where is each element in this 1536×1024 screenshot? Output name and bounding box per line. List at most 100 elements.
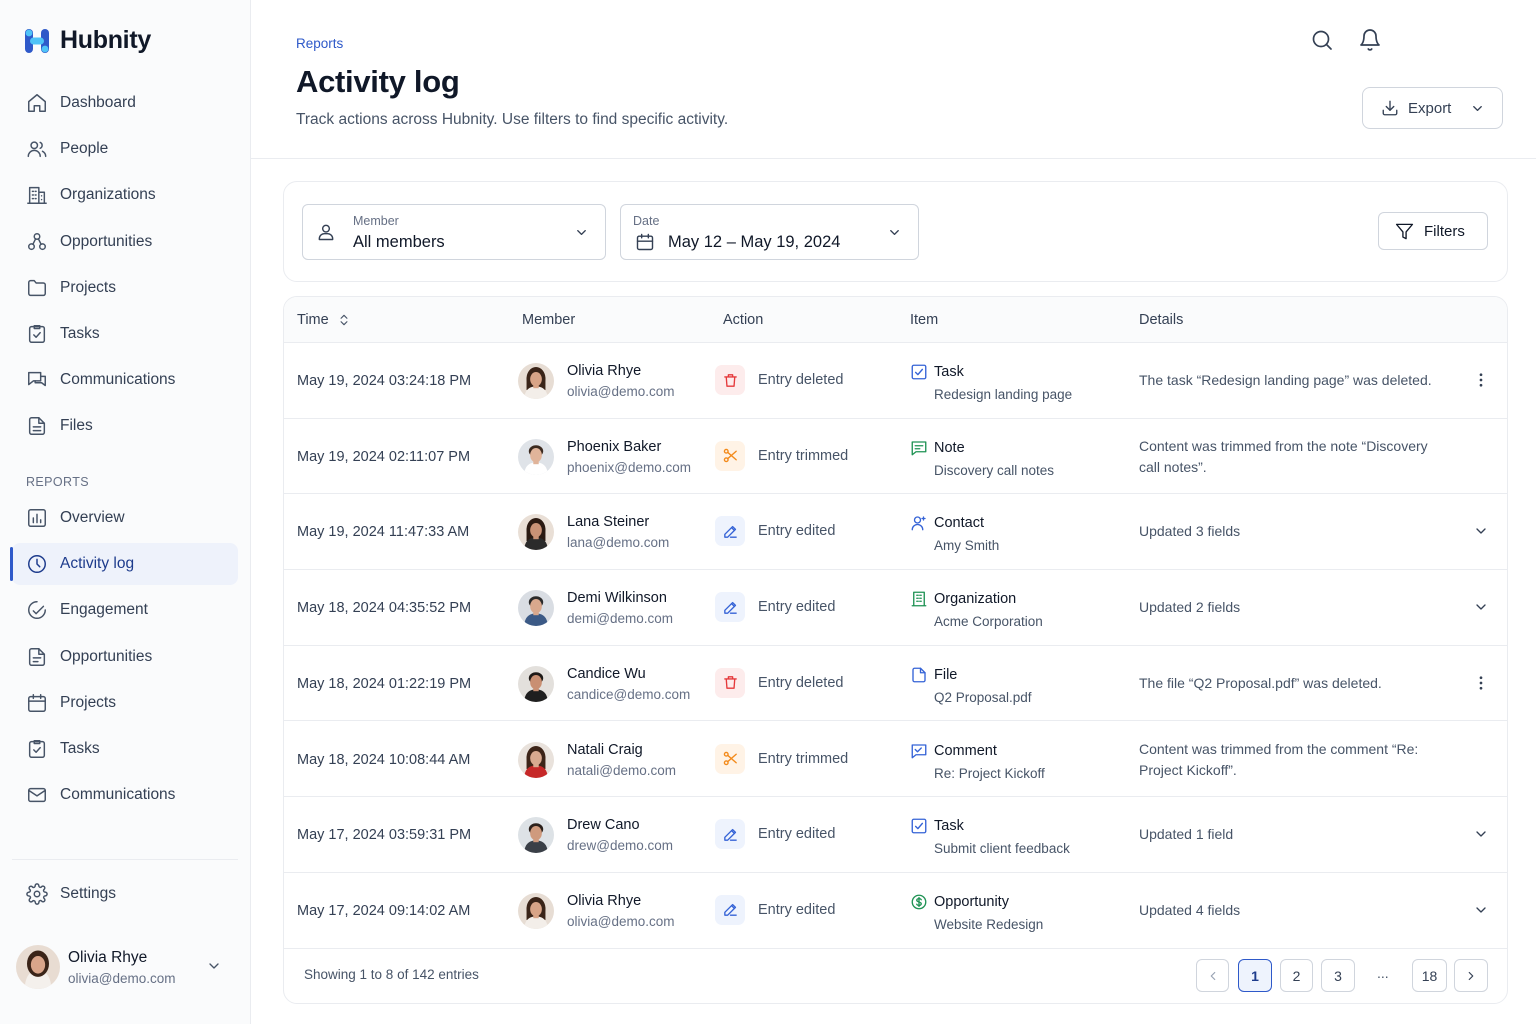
- sidebar-item-dashboard[interactable]: Dashboard: [12, 82, 238, 124]
- row-details: Content was trimmed from the note “Disco…: [1139, 437, 1428, 475]
- sidebar-item-label: People: [60, 140, 109, 158]
- next-page-button[interactable]: [1454, 959, 1488, 992]
- row-item[interactable]: Note Discovery call notes: [910, 439, 1054, 478]
- search-icon[interactable]: [1310, 28, 1334, 52]
- table-row[interactable]: May 18, 2024 01:22:19 PM Candice Wu cand…: [284, 646, 1507, 722]
- sidebar-item-report-opportunities[interactable]: Opportunities: [12, 636, 238, 678]
- user-menu[interactable]: Olivia Rhye olivia@demo.com: [16, 942, 236, 992]
- row-member[interactable]: Olivia Rhye olivia@demo.com: [518, 363, 675, 399]
- row-member[interactable]: Phoenix Baker phoenix@demo.com: [518, 438, 691, 475]
- row-member[interactable]: Demi Wilkinson demi@demo.com: [518, 590, 673, 627]
- member-name: Lana Steiner: [567, 514, 650, 531]
- row-action-type: Entry edited: [715, 516, 835, 547]
- row-member[interactable]: Olivia Rhye olivia@demo.com: [518, 892, 675, 929]
- row-member[interactable]: Candice Wu candice@demo.com: [518, 665, 690, 702]
- table-row[interactable]: May 19, 2024 03:24:18 PM Olivia Rhye oli…: [284, 343, 1507, 419]
- sidebar-item-people[interactable]: People: [12, 128, 238, 170]
- sidebar-item-settings[interactable]: Settings: [12, 873, 238, 915]
- action-label: Entry deleted: [758, 372, 844, 388]
- sidebar-item-report-communications[interactable]: Communications: [12, 774, 238, 816]
- clipboard-check-icon: [26, 738, 48, 760]
- sidebar-item-report-projects[interactable]: Projects: [12, 682, 238, 724]
- table-row[interactable]: May 18, 2024 10:08:44 AM Natali Craig na…: [284, 722, 1507, 798]
- page-button-last[interactable]: 18: [1412, 959, 1447, 992]
- sidebar-item-report-engagement[interactable]: Engagement: [12, 589, 238, 631]
- avatar: [518, 514, 554, 551]
- sidebar-item-report-tasks[interactable]: Tasks: [12, 728, 238, 770]
- item-name: Redesign landing page: [934, 387, 1073, 402]
- more-vertical-icon[interactable]: [1471, 370, 1491, 390]
- row-item[interactable]: Comment Re: Project Kickoff: [910, 742, 1045, 781]
- sidebar-item-communications[interactable]: Communications: [12, 359, 238, 401]
- row-item[interactable]: Task Redesign landing page: [910, 363, 1072, 402]
- page-button-2[interactable]: 2: [1280, 959, 1313, 992]
- filters-label: Filters: [1424, 222, 1465, 240]
- row-item[interactable]: File Q2 Proposal.pdf: [910, 666, 1032, 705]
- bell-icon[interactable]: [1358, 28, 1382, 52]
- sidebar-item-projects[interactable]: Projects: [12, 267, 238, 309]
- previous-page-button[interactable]: [1196, 959, 1229, 992]
- file-icon: [26, 415, 48, 437]
- sidebar-item-organizations[interactable]: Organizations: [12, 174, 238, 216]
- opportunities-icon: [26, 231, 48, 253]
- sidebar-item-label: Organizations: [60, 186, 156, 204]
- chevron-down-icon[interactable]: [1471, 824, 1491, 844]
- sidebar-item-report-activity-log[interactable]: Activity log: [10, 543, 238, 586]
- action-label: Entry trimmed: [758, 447, 849, 464]
- row-item[interactable]: Opportunity Website Redesign: [910, 893, 1043, 932]
- sidebar-item-label: Activity log: [60, 555, 135, 573]
- row-details: The file “Q2 Proposal.pdf” was deleted.: [1139, 674, 1382, 691]
- row-action-type: Entry edited: [715, 592, 835, 623]
- mail-icon: [26, 784, 48, 806]
- row-member[interactable]: Natali Craig natali@demo.com: [518, 741, 676, 778]
- table-row[interactable]: May 17, 2024 03:59:31 PM Drew Cano drew@…: [284, 797, 1507, 873]
- user-email: olivia@demo.com: [68, 970, 176, 986]
- column-header-label: Time: [297, 312, 329, 328]
- row-item[interactable]: Task Submit client feedback: [910, 817, 1070, 856]
- sidebar-item-label: Tasks: [60, 324, 100, 342]
- row-item[interactable]: Contact Amy Smith: [910, 514, 999, 553]
- brand-name: Hubnity: [60, 26, 151, 54]
- breadcrumb[interactable]: Reports: [296, 36, 343, 51]
- chevron-down-icon[interactable]: [1471, 597, 1491, 617]
- more-vertical-icon[interactable]: [1471, 673, 1491, 693]
- sidebar-item-opportunities[interactable]: Opportunities: [12, 221, 238, 263]
- row-member[interactable]: Lana Steiner lana@demo.com: [518, 514, 669, 551]
- chevron-down-icon: [577, 230, 586, 235]
- chevron-left-icon: [1210, 971, 1215, 980]
- page-button-3[interactable]: 3: [1321, 959, 1355, 992]
- export-label: Export: [1408, 99, 1452, 117]
- page-button-1[interactable]: 1: [1238, 959, 1272, 992]
- member-select[interactable]: Member All members: [302, 204, 606, 260]
- date-select[interactable]: Date May 12 – May 19, 2024: [620, 204, 919, 260]
- contact-icon: [910, 514, 928, 532]
- table-row[interactable]: May 18, 2024 04:35:52 PM Demi Wilkinson …: [284, 570, 1507, 646]
- scissors-icon: [715, 743, 745, 774]
- item-type: Note: [934, 439, 965, 456]
- chevron-down-icon[interactable]: [1471, 900, 1491, 920]
- sidebar-item-files[interactable]: Files: [12, 405, 238, 447]
- table-row[interactable]: May 19, 2024 02:11:07 PM Phoenix Baker p…: [284, 419, 1507, 495]
- users-icon: [26, 138, 48, 160]
- dollar-icon: [910, 893, 928, 911]
- trash-icon: [715, 667, 745, 698]
- row-member[interactable]: Drew Cano drew@demo.com: [518, 817, 673, 854]
- reports-nav: Overview Activity log Engagement Opportu…: [10, 497, 238, 820]
- user-name: Olivia Rhye: [68, 948, 148, 966]
- brand[interactable]: Hubnity: [24, 26, 151, 55]
- sidebar-item-report-overview[interactable]: Overview: [12, 497, 238, 539]
- task-check-icon: [910, 817, 928, 835]
- filter-bar: Member All members Date May 12 – May 19,…: [283, 181, 1508, 282]
- column-header-time[interactable]: Time: [297, 312, 351, 328]
- building-icon: [26, 184, 48, 206]
- table-row[interactable]: May 17, 2024 09:14:02 AM Olivia Rhye oli…: [284, 873, 1507, 949]
- engagement-icon: [26, 599, 48, 621]
- table-row[interactable]: May 19, 2024 11:47:33 AM Lana Steiner la…: [284, 494, 1507, 571]
- filters-button[interactable]: Filters: [1378, 212, 1488, 250]
- sidebar-item-tasks[interactable]: Tasks: [12, 313, 238, 355]
- chevron-down-icon[interactable]: [1471, 521, 1491, 541]
- export-button[interactable]: Export: [1362, 87, 1503, 129]
- row-item[interactable]: Organization Acme Corporation: [910, 590, 1043, 629]
- settings-nav: Settings: [12, 873, 238, 919]
- chevron-down-icon[interactable]: [206, 958, 222, 974]
